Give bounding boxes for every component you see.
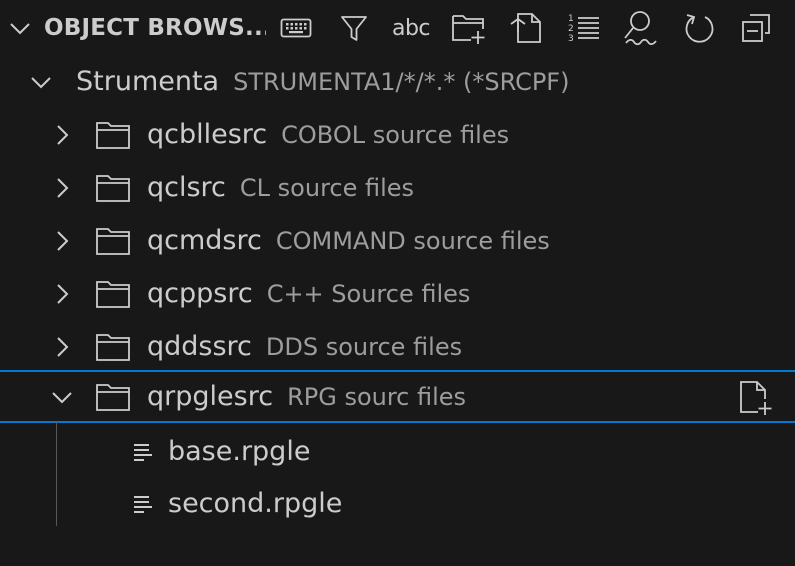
chevron-down-icon[interactable]	[6, 14, 34, 42]
tree-root-row[interactable]: Strumenta STRUMENTA1/*/*.* (*SRCPF)	[0, 55, 795, 108]
new-member-icon[interactable]	[737, 380, 773, 416]
svg-text:2: 2	[568, 24, 574, 34]
folder-icon	[95, 226, 131, 256]
lines-file-icon	[131, 492, 155, 516]
tree-item-description: DDS source files	[265, 332, 463, 361]
tree-item-label: qcmdsrc	[147, 225, 262, 256]
tree-item-label: qclsrc	[147, 172, 226, 203]
tree-member-second-rpgle[interactable]: second.rpgle	[0, 477, 795, 530]
chevron-down-icon[interactable]	[27, 68, 55, 96]
chevron-down-icon[interactable]	[48, 383, 76, 411]
tree-root-description: STRUMENTA1/*/*.* (*SRCPF)	[233, 67, 570, 96]
tree-member-base-rpgle[interactable]: base.rpgle	[0, 425, 795, 478]
keyboard-icon[interactable]	[274, 6, 318, 50]
copy-file-icon[interactable]	[504, 6, 548, 50]
tree-item-qcmdsrc[interactable]: qcmdsrc COMMAND source files	[0, 214, 795, 267]
folder-icon	[95, 332, 131, 362]
tree-item-description: COMMAND source files	[275, 226, 550, 255]
tree-item-qcppsrc[interactable]: qcppsrc C++ Source files	[0, 267, 795, 320]
tree-item-qrpglesrc[interactable]: qrpglesrc RPG sourc files	[0, 370, 795, 423]
tree-item-label: qcbllesrc	[147, 119, 268, 150]
folder-icon	[95, 120, 131, 150]
tree-item-qcbllesrc[interactable]: qcbllesrc COBOL source files	[0, 108, 795, 161]
chevron-right-icon[interactable]	[48, 333, 76, 361]
tree-item-qclsrc[interactable]: qclsrc CL source files	[0, 161, 795, 214]
tree-member-label: second.rpgle	[168, 488, 343, 519]
search-text-icon[interactable]: abc	[389, 6, 433, 50]
tree-item-label: qcppsrc	[147, 278, 253, 309]
tree-item-description: COBOL source files	[281, 120, 510, 149]
tree-item-label: qrpglesrc	[147, 381, 274, 412]
panel-title: OBJECT BROWS...	[44, 15, 266, 41]
lines-file-icon	[131, 440, 155, 464]
tree-item-qddssrc[interactable]: qddssrc DDS source files	[0, 320, 795, 373]
svg-text:3: 3	[568, 34, 574, 44]
list-icon[interactable]: 123	[562, 6, 606, 50]
collapse-all-icon[interactable]	[734, 6, 778, 50]
filter-icon[interactable]	[332, 6, 376, 50]
search-person-icon[interactable]	[619, 6, 663, 50]
chevron-right-icon[interactable]	[48, 227, 76, 255]
tree-member-label: base.rpgle	[168, 436, 311, 467]
tree-item-label: qddssrc	[147, 331, 252, 362]
folder-icon	[95, 382, 131, 412]
folder-icon	[95, 173, 131, 203]
folder-icon	[95, 279, 131, 309]
panel-actions: abc 123	[274, 6, 778, 50]
refresh-icon[interactable]	[677, 6, 721, 50]
tree-item-description: CL source files	[239, 173, 415, 202]
tree-root-label: Strumenta	[76, 66, 220, 97]
tree-item-description: C++ Source files	[266, 279, 471, 308]
chevron-right-icon[interactable]	[48, 121, 76, 149]
svg-text:1: 1	[568, 14, 574, 24]
chevron-right-icon[interactable]	[48, 280, 76, 308]
chevron-right-icon[interactable]	[48, 174, 76, 202]
tree-item-description: RPG sourc files	[287, 382, 467, 411]
new-folder-icon[interactable]	[447, 6, 491, 50]
